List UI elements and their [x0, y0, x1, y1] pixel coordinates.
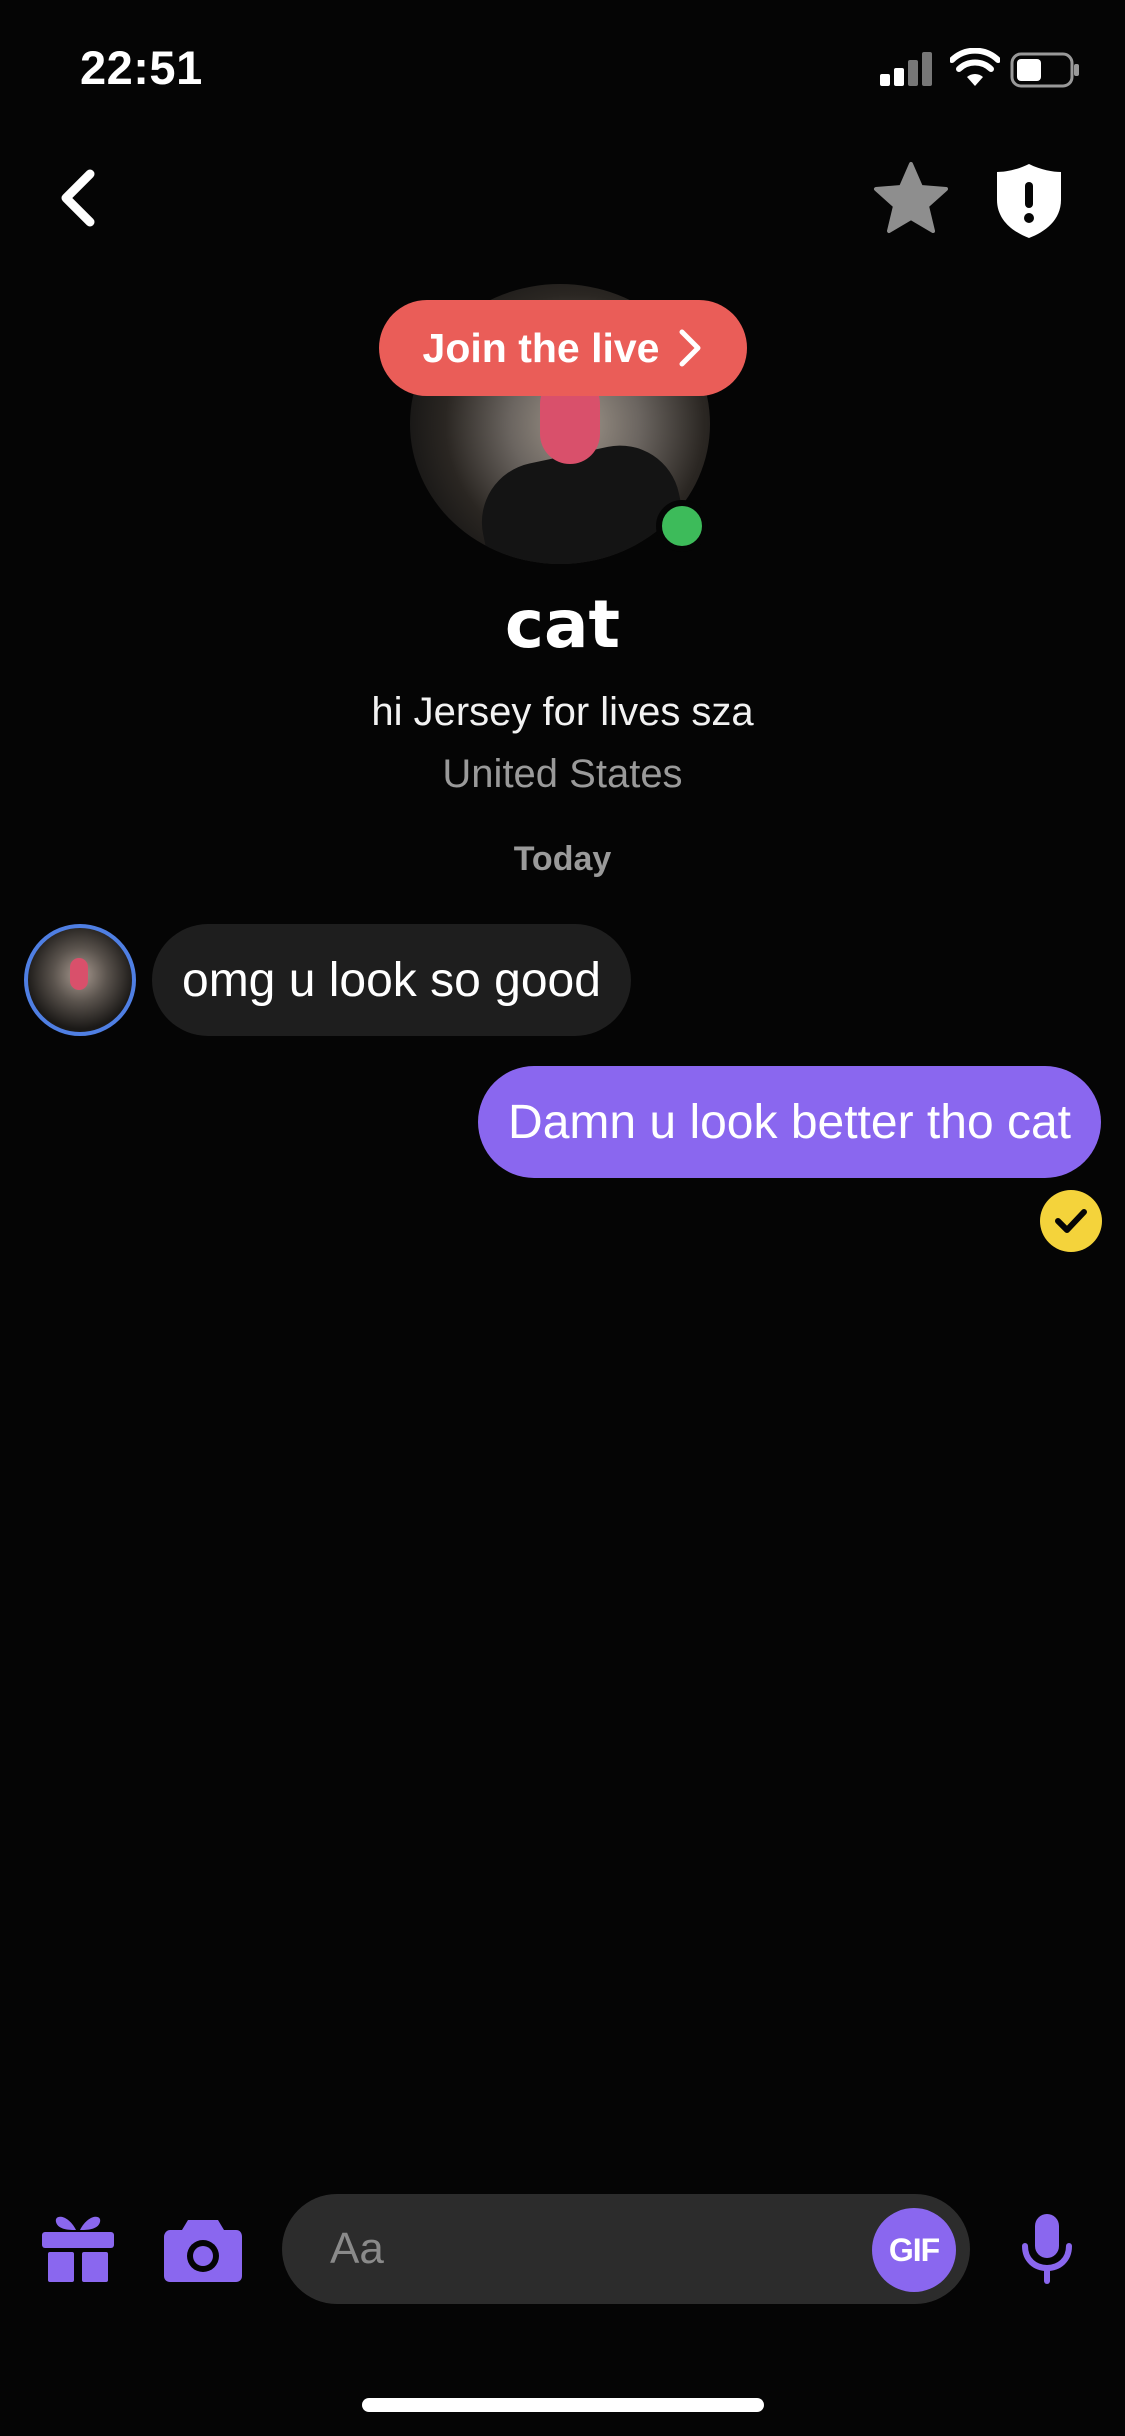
checkmark-icon	[1055, 1209, 1087, 1233]
profile-name: cat	[504, 586, 621, 663]
join-live-button[interactable]: Join the live	[379, 300, 747, 396]
profile-location: United States	[442, 752, 683, 796]
profile-bio: hi Jersey for lives sza	[371, 690, 754, 734]
message-text: Damn u look better tho cat	[508, 1095, 1071, 1149]
join-live-label: Join the live	[422, 324, 660, 371]
message-text: omg u look so good	[182, 953, 601, 1007]
mic-icon[interactable]	[1020, 2212, 1074, 2288]
gif-button[interactable]: GIF	[872, 2208, 956, 2292]
gif-label: GIF	[888, 2231, 940, 2268]
home-indicator[interactable]	[362, 2398, 764, 2412]
battery-icon	[1010, 52, 1079, 88]
online-status-dot	[656, 500, 708, 552]
message-input[interactable]: Aa	[282, 2194, 970, 2304]
camera-icon[interactable]	[162, 2216, 244, 2284]
message-bubble-incoming[interactable]: omg u look so good	[152, 924, 631, 1036]
star-icon[interactable]	[872, 160, 950, 236]
shield-icon[interactable]	[993, 160, 1065, 240]
gift-icon[interactable]	[40, 2208, 116, 2284]
date-separator: Today	[513, 840, 612, 878]
read-receipt-icon	[1040, 1190, 1102, 1252]
chevron-right-icon	[679, 329, 701, 367]
status-time: 22:51	[80, 41, 203, 94]
sender-avatar[interactable]	[24, 924, 136, 1036]
cellular-signal-icon	[880, 52, 936, 86]
back-icon[interactable]	[56, 168, 100, 228]
wifi-icon	[950, 48, 1000, 86]
message-input-placeholder: Aa	[330, 2224, 384, 2273]
message-bubble-outgoing[interactable]: Damn u look better tho cat	[478, 1066, 1101, 1178]
